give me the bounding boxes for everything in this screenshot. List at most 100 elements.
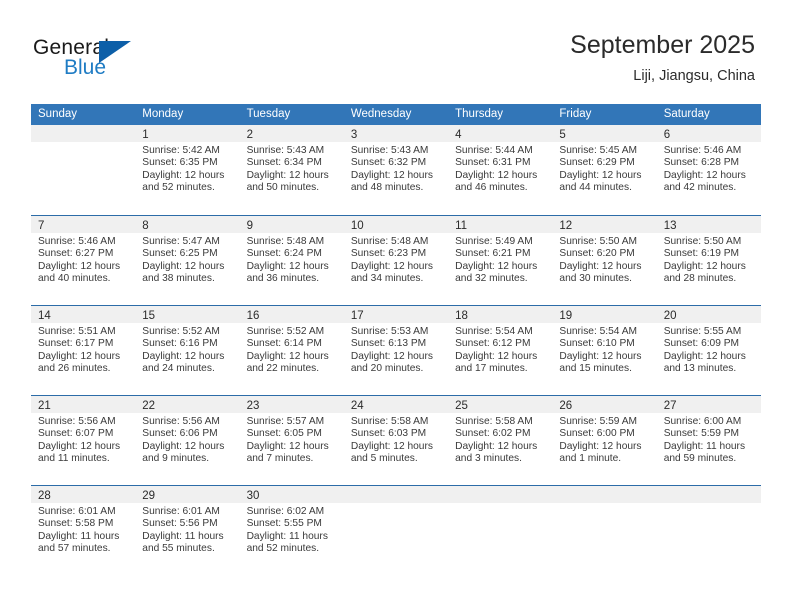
daylight-text-line2: and 17 minutes. xyxy=(455,363,528,375)
daylight-text-line2: and 46 minutes. xyxy=(455,182,528,194)
sunset-text: Sunset: 6:13 PM xyxy=(350,338,427,350)
daylight-text-line1: Daylight: 12 hours xyxy=(455,260,538,272)
sunset-text: Sunset: 6:16 PM xyxy=(142,338,218,350)
sunset-text: Sunset: 6:07 PM xyxy=(38,428,114,440)
day-number-band: 26 xyxy=(552,396,657,413)
sunrise-text: Sunrise: 6:01 AM xyxy=(38,506,116,517)
sunrise-text: Sunrise: 5:48 AM xyxy=(246,236,325,247)
sunrise-text: Sunrise: 5:48 AM xyxy=(350,236,429,247)
weekday-header-sunday: Sunday xyxy=(38,108,78,120)
sunrise-text: Sunrise: 5:52 AM xyxy=(246,326,325,337)
calendar-day-cell[interactable]: 21 Sunrise: 5:56 AM Sunset: 6:07 PM Dayligh… xyxy=(31,396,136,485)
calendar-day-cell[interactable]: 24 Sunrise: 5:58 AM Sunset: 6:03 PM Dayligh… xyxy=(343,396,449,485)
sunrise-text: Sunrise: 6:02 AM xyxy=(246,506,325,517)
day-sun-info: Sunrise: 5:43 AM Sunset: 6:34 PM Daylight:… xyxy=(240,142,344,195)
daylight-text-line1: Daylight: 12 hours xyxy=(350,440,433,452)
day-sun-info: Sunrise: 5:54 AM Sunset: 6:10 PM Daylight:… xyxy=(552,323,656,376)
calendar-day-cell[interactable]: 20 Sunrise: 5:55 AM Sunset: 6:09 PM Dayligh… xyxy=(656,306,761,395)
calendar-day-cell[interactable]: 15 Sunrise: 5:52 AM Sunset: 6:16 PM Dayligh… xyxy=(135,306,240,395)
page-header: General Blue September 2025 Liji, Jiangs… xyxy=(0,0,792,96)
calendar-day-cell[interactable]: 18 Sunrise: 5:54 AM Sunset: 6:12 PM Dayligh… xyxy=(448,306,553,395)
calendar-day-cell[interactable]: 29 Sunrise: 6:01 AM Sunset: 5:56 PM Dayligh… xyxy=(135,486,240,575)
day-number-band xyxy=(448,486,553,503)
daylight-text-line2: and 5 minutes. xyxy=(350,453,418,465)
daylight-text-line2: and 57 minutes. xyxy=(38,543,111,555)
daylight-text-line2: and 52 minutes. xyxy=(142,182,215,194)
calendar-day-cell[interactable]: 9 Sunrise: 5:48 AM Sunset: 6:24 PM Daylight… xyxy=(239,216,344,305)
calendar-day-cell[interactable]: 8 Sunrise: 5:47 AM Sunset: 6:25 PM Daylight… xyxy=(135,216,240,305)
day-number: 3 xyxy=(350,129,358,141)
weekday-header-row: Sunday Monday Tuesday Wednesday Thursday Frid… xyxy=(31,104,761,125)
sunrise-text: Sunrise: 5:46 AM xyxy=(38,236,116,247)
calendar-day-cell[interactable]: 2 Sunrise: 5:43 AM Sunset: 6:34 PM Daylight… xyxy=(239,125,344,215)
daylight-text-line1: Daylight: 12 hours xyxy=(38,350,121,362)
day-sun-info: Sunrise: 5:57 AM Sunset: 6:05 PM Daylight:… xyxy=(240,413,344,466)
day-number: 10 xyxy=(350,220,364,232)
sunset-text: Sunset: 5:55 PM xyxy=(246,518,322,530)
daylight-text-line1: Daylight: 12 hours xyxy=(559,440,642,452)
daylight-text-line1: Daylight: 12 hours xyxy=(559,260,642,272)
calendar-day-cell[interactable]: 5 Sunrise: 5:45 AM Sunset: 6:29 PM Daylight… xyxy=(552,125,657,215)
day-number-band: 18 xyxy=(448,306,553,323)
daylight-text-line1: Daylight: 12 hours xyxy=(455,169,538,181)
daylight-text-line1: Daylight: 12 hours xyxy=(246,440,329,452)
daylight-text-line2: and 24 minutes. xyxy=(142,363,215,375)
day-sun-info: Sunrise: 6:02 AM Sunset: 5:55 PM Daylight:… xyxy=(240,503,344,556)
calendar-day-cell[interactable]: 17 Sunrise: 5:53 AM Sunset: 6:13 PM Dayligh… xyxy=(343,306,449,395)
day-sun-info: Sunrise: 6:01 AM Sunset: 5:56 PM Daylight:… xyxy=(135,503,239,556)
calendar-day-cell[interactable]: 4 Sunrise: 5:44 AM Sunset: 6:31 PM Daylight… xyxy=(448,125,553,215)
sunset-text: Sunset: 6:29 PM xyxy=(559,157,635,169)
day-number-band: 28 xyxy=(31,486,136,503)
calendar-day-cell[interactable]: 30 Sunrise: 6:02 AM Sunset: 5:55 PM Dayligh… xyxy=(239,486,344,575)
calendar-day-cell[interactable]: 19 Sunrise: 5:54 AM Sunset: 6:10 PM Dayligh… xyxy=(552,306,657,395)
calendar-day-cell[interactable]: 3 Sunrise: 5:43 AM Sunset: 6:32 PM Daylight… xyxy=(343,125,449,215)
sunset-text: Sunset: 6:21 PM xyxy=(455,248,531,260)
day-number: 7 xyxy=(38,220,45,232)
calendar-day-cell[interactable]: 12 Sunrise: 5:50 AM Sunset: 6:20 PM Dayligh… xyxy=(552,216,657,305)
calendar-day-cell[interactable]: 7 Sunrise: 5:46 AM Sunset: 6:27 PM Daylight… xyxy=(31,216,136,305)
daylight-text-line1: Daylight: 12 hours xyxy=(246,350,329,362)
calendar-day-cell[interactable]: 27 Sunrise: 6:00 AM Sunset: 5:59 PM Dayligh… xyxy=(656,396,761,485)
calendar-day-cell[interactable]: 28 Sunrise: 6:01 AM Sunset: 5:58 PM Dayligh… xyxy=(31,486,136,575)
calendar-day-cell[interactable]: 25 Sunrise: 5:58 AM Sunset: 6:02 PM Dayligh… xyxy=(448,396,553,485)
daylight-text-line1: Daylight: 12 hours xyxy=(559,350,642,362)
calendar-day-cell[interactable]: 22 Sunrise: 5:56 AM Sunset: 6:06 PM Dayligh… xyxy=(135,396,240,485)
sunrise-text: Sunrise: 5:50 AM xyxy=(559,236,637,247)
daylight-text-line2: and 28 minutes. xyxy=(663,273,737,285)
day-number-band xyxy=(343,486,449,503)
day-number: 13 xyxy=(663,220,677,232)
day-number-band: 5 xyxy=(552,125,657,142)
day-number-band xyxy=(552,486,657,503)
day-number: 24 xyxy=(350,400,364,412)
day-sun-info: Sunrise: 5:58 AM Sunset: 6:03 PM Daylight:… xyxy=(344,413,448,466)
daylight-text-line1: Daylight: 12 hours xyxy=(142,440,225,452)
day-number-band: 3 xyxy=(343,125,449,142)
daylight-text-line1: Daylight: 12 hours xyxy=(246,169,329,181)
day-number: 12 xyxy=(559,220,573,232)
calendar-day-cell[interactable]: 13 Sunrise: 5:50 AM Sunset: 6:19 PM Dayligh… xyxy=(656,216,761,305)
daylight-text-line1: Daylight: 12 hours xyxy=(663,260,746,272)
daylight-text-line2: and 32 minutes. xyxy=(455,273,528,285)
daylight-text-line1: Daylight: 12 hours xyxy=(38,260,121,272)
sunset-text: Sunset: 6:20 PM xyxy=(559,248,635,260)
calendar-week-row: 14 Sunrise: 5:51 AM Sunset: 6:17 PM Dayligh… xyxy=(31,305,761,395)
calendar-day-cell[interactable]: 11 Sunrise: 5:49 AM Sunset: 6:21 PM Dayligh… xyxy=(448,216,553,305)
sunrise-text: Sunrise: 5:46 AM xyxy=(663,145,742,156)
day-number: 6 xyxy=(663,129,671,141)
day-number: 1 xyxy=(142,129,149,141)
day-number: 20 xyxy=(663,310,677,322)
calendar-day-cell[interactable]: 26 Sunrise: 5:59 AM Sunset: 6:00 PM Dayligh… xyxy=(552,396,657,485)
day-sun-info: Sunrise: 5:56 AM Sunset: 6:06 PM Daylight:… xyxy=(135,413,239,466)
calendar-day-cell[interactable]: 16 Sunrise: 5:52 AM Sunset: 6:14 PM Dayligh… xyxy=(239,306,344,395)
calendar-day-cell[interactable]: 14 Sunrise: 5:51 AM Sunset: 6:17 PM Dayligh… xyxy=(31,306,136,395)
daylight-text-line1: Daylight: 12 hours xyxy=(350,260,433,272)
day-number: 17 xyxy=(350,310,364,322)
calendar-day-cell[interactable]: 10 Sunrise: 5:48 AM Sunset: 6:23 PM Dayligh… xyxy=(343,216,449,305)
title-block: September 2025 Liji, Jiangsu, China xyxy=(570,30,755,86)
sunrise-text: Sunrise: 5:49 AM xyxy=(455,236,533,247)
day-number-band xyxy=(656,486,761,503)
calendar-day-cell[interactable]: 6 Sunrise: 5:46 AM Sunset: 6:28 PM Daylight… xyxy=(656,125,761,215)
calendar-day-cell[interactable]: 23 Sunrise: 5:57 AM Sunset: 6:05 PM Dayligh… xyxy=(239,396,344,485)
daylight-text-line1: Daylight: 11 hours xyxy=(38,530,120,542)
calendar-day-cell[interactable]: 1 Sunrise: 5:42 AM Sunset: 6:35 PM Daylight… xyxy=(135,125,240,215)
